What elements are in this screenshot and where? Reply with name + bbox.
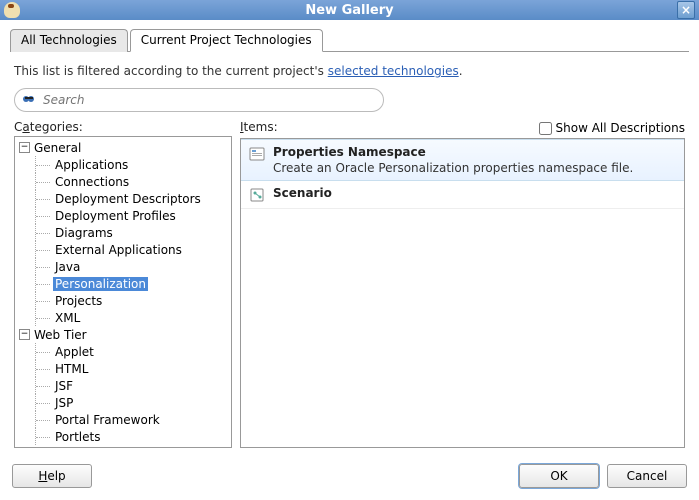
tree-item[interactable]: Applet	[15, 343, 231, 360]
button-bar: Help OK Cancel	[0, 454, 699, 500]
list-item[interactable]: Properties Namespace Create an Oracle Per…	[241, 139, 684, 181]
tree-label: Projects	[53, 294, 104, 308]
tree-connector	[35, 428, 53, 445]
tree-parent[interactable]: −Web Tier	[15, 326, 231, 343]
expand-icon[interactable]: −	[19, 142, 30, 153]
tree-item[interactable]: Deployment Profiles	[15, 207, 231, 224]
tree-label: External Applications	[53, 243, 184, 257]
tree-label: Personalization	[53, 277, 148, 291]
categories-pane: Categories: −GeneralApplicationsConnecti…	[14, 120, 232, 448]
scenario-icon	[249, 187, 265, 203]
tree-label: JSP	[53, 396, 75, 410]
tree-label: Portlets	[53, 430, 102, 444]
tree-connector	[35, 275, 53, 292]
dialog-content: All Technologies Current Project Technol…	[0, 20, 699, 454]
tree-item[interactable]: Connections	[15, 173, 231, 190]
tab-all-technologies[interactable]: All Technologies	[10, 29, 128, 52]
tree-item[interactable]: External Applications	[15, 241, 231, 258]
tree-label: XML	[53, 311, 82, 325]
app-icon	[4, 2, 20, 18]
cancel-button[interactable]: Cancel	[607, 464, 687, 488]
tree-item[interactable]: JSP	[15, 394, 231, 411]
tree-connector	[35, 292, 53, 309]
tree-label: JSF	[53, 379, 75, 393]
item-title: Scenario	[273, 186, 332, 200]
item-text: Properties Namespace Create an Oracle Per…	[273, 145, 633, 175]
filter-description: This list is filtered according to the c…	[14, 64, 685, 78]
tree-label: Deployment Profiles	[53, 209, 178, 223]
props-icon	[249, 146, 265, 162]
tree-label: Web Tier	[32, 328, 89, 342]
tree-connector	[35, 360, 53, 377]
ok-button[interactable]: OK	[519, 464, 599, 488]
show-all-descriptions[interactable]: Show All Descriptions	[539, 121, 686, 135]
tabs: All Technologies Current Project Technol…	[10, 28, 689, 52]
tree-connector	[35, 190, 53, 207]
item-text: Scenario	[273, 186, 332, 200]
items-list[interactable]: Properties Namespace Create an Oracle Per…	[240, 138, 685, 448]
tree-label: Connections	[53, 175, 131, 189]
tree-parent[interactable]: −General	[15, 139, 231, 156]
tree-connector	[35, 394, 53, 411]
search-icon	[21, 93, 37, 109]
tree-connector	[35, 207, 53, 224]
item-description: Create an Oracle Personalization propert…	[273, 161, 633, 175]
tree-connector	[35, 224, 53, 241]
tree-item[interactable]: JSF	[15, 377, 231, 394]
items-label: Items:	[240, 120, 278, 134]
window-title: New Gallery	[0, 3, 699, 18]
tree-item[interactable]: XML	[15, 309, 231, 326]
tree-label: Applet	[53, 345, 96, 359]
expand-icon[interactable]: −	[19, 329, 30, 340]
item-title: Properties Namespace	[273, 145, 633, 159]
tree-label: Java	[53, 260, 82, 274]
tree-item[interactable]: Portal Framework	[15, 411, 231, 428]
title-bar: New Gallery ×	[0, 0, 699, 20]
tree-label: HTML	[53, 362, 90, 376]
list-item[interactable]: Scenario	[241, 181, 684, 209]
tree-item[interactable]: Applications	[15, 156, 231, 173]
tree-item[interactable]: Portlets	[15, 428, 231, 445]
tree-label: Portal Framework	[53, 413, 162, 427]
tree-connector	[35, 309, 53, 326]
tree-label: Applications	[53, 158, 130, 172]
tree-connector	[35, 343, 53, 360]
tree-label: Diagrams	[53, 226, 115, 240]
tree-label: Deployment Descriptors	[53, 192, 203, 206]
show-all-checkbox[interactable]	[539, 122, 552, 135]
tree-connector	[35, 241, 53, 258]
tree-item[interactable]: Projects	[15, 292, 231, 309]
panes: Categories: −GeneralApplicationsConnecti…	[14, 120, 685, 448]
items-pane: Items: Show All Descriptions Properties …	[240, 120, 685, 448]
categories-label: Categories:	[14, 120, 232, 134]
tree-item[interactable]: Diagrams	[15, 224, 231, 241]
tree-item[interactable]: HTML	[15, 360, 231, 377]
search-box[interactable]	[14, 88, 384, 112]
show-all-label: Show All Descriptions	[556, 121, 686, 135]
tree-item[interactable]: Deployment Descriptors	[15, 190, 231, 207]
tree-connector	[35, 377, 53, 394]
search-input[interactable]	[43, 93, 373, 107]
categories-tree[interactable]: −GeneralApplicationsConnectionsDeploymen…	[14, 136, 232, 448]
tree-item[interactable]: Java	[15, 258, 231, 275]
tree-connector	[35, 258, 53, 275]
tree-connector	[35, 173, 53, 190]
tree-connector	[35, 156, 53, 173]
filter-text-prefix: This list is filtered according to the c…	[14, 64, 328, 78]
tree-item[interactable]: Personalization	[15, 275, 231, 292]
tab-current-project-technologies[interactable]: Current Project Technologies	[130, 29, 323, 52]
tree-label: General	[32, 141, 83, 155]
tree-connector	[35, 411, 53, 428]
close-icon[interactable]: ×	[677, 1, 695, 19]
selected-technologies-link[interactable]: selected technologies	[328, 64, 459, 78]
filter-text-suffix: .	[459, 64, 463, 78]
help-button[interactable]: Help	[12, 464, 92, 488]
